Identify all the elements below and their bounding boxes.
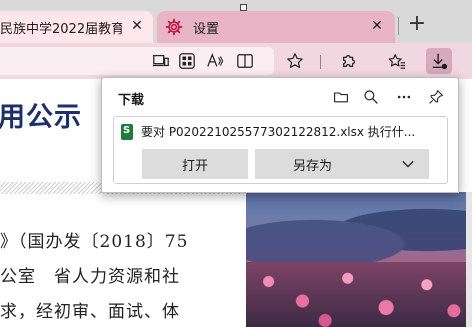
- more-dots-icon: [397, 95, 411, 99]
- close-tab-icon[interactable]: ✕: [369, 18, 385, 34]
- extensions-icon: [342, 54, 356, 68]
- download-item: 要对 P020221025577302122812.xlsx 执行什... 打开…: [113, 116, 448, 184]
- landscape-photo: [246, 192, 472, 327]
- split-screen-button[interactable]: [232, 48, 258, 74]
- new-tab-button[interactable]: +: [403, 11, 431, 39]
- favorite-star-icon: [287, 53, 303, 68]
- read-aloud-button[interactable]: [202, 48, 228, 74]
- more-options-button[interactable]: [393, 86, 415, 108]
- page-heading: 用公示: [0, 102, 82, 133]
- folder-icon: [334, 92, 348, 103]
- pin-flyout-button[interactable]: [425, 86, 447, 108]
- favorites-button[interactable]: [384, 48, 410, 74]
- excel-file-icon: [121, 124, 133, 140]
- collections-button[interactable]: [174, 48, 200, 74]
- add-favorite-button[interactable]: [282, 48, 308, 74]
- body-text-line: 求，经初审、面试、体: [0, 302, 180, 322]
- downloads-icon: [432, 53, 448, 70]
- extensions-button[interactable]: [336, 48, 362, 74]
- toolbar: [0, 43, 472, 79]
- tab-title: 民族中学2022届教育部直: [0, 21, 122, 37]
- page-scrollbar[interactable]: [466, 192, 472, 327]
- read-view-icon: [152, 54, 169, 67]
- body-text-line: 》（国办发〔2018〕75: [0, 232, 189, 252]
- save-as-button[interactable]: 另存为: [255, 149, 387, 179]
- pin-icon: [429, 90, 443, 104]
- flower-field: [246, 262, 472, 327]
- split-screen-icon: [237, 54, 253, 68]
- tab-title: 设置: [193, 22, 220, 37]
- open-file-button[interactable]: 打开: [142, 149, 248, 179]
- chevron-down-icon: [402, 160, 414, 168]
- tab-separator: [398, 17, 399, 35]
- body-text-line: 公室 省人力资源和社: [0, 267, 180, 287]
- read-view-button[interactable]: [148, 48, 174, 74]
- tab-strip: 民族中学2022届教育部直 ✕ 设置 ✕ +: [0, 0, 472, 43]
- collections-icon: [179, 53, 195, 69]
- gear-icon: [165, 18, 183, 36]
- downloads-title: 下载: [118, 93, 145, 108]
- drag-handle[interactable]: [240, 4, 247, 11]
- close-tab-icon[interactable]: ✕: [129, 18, 145, 34]
- read-aloud-icon: [207, 52, 224, 67]
- tab-settings[interactable]: 设置 ✕: [157, 11, 395, 43]
- toolbar-separator: [320, 55, 321, 69]
- tab-school-announcement[interactable]: 民族中学2022届教育部直 ✕: [0, 11, 153, 43]
- search-icon: [364, 90, 378, 104]
- downloads-button[interactable]: [426, 48, 452, 74]
- downloads-flyout: 下载 要对 P020221025577302122812.xlsx 执行什...…: [101, 77, 459, 193]
- favorites-icon: [388, 54, 406, 69]
- download-filename: 要对 P020221025577302122812.xlsx 执行什...: [141, 125, 416, 139]
- save-options-dropdown[interactable]: [387, 149, 429, 179]
- open-folder-button[interactable]: [330, 86, 352, 108]
- search-downloads-button[interactable]: [360, 86, 382, 108]
